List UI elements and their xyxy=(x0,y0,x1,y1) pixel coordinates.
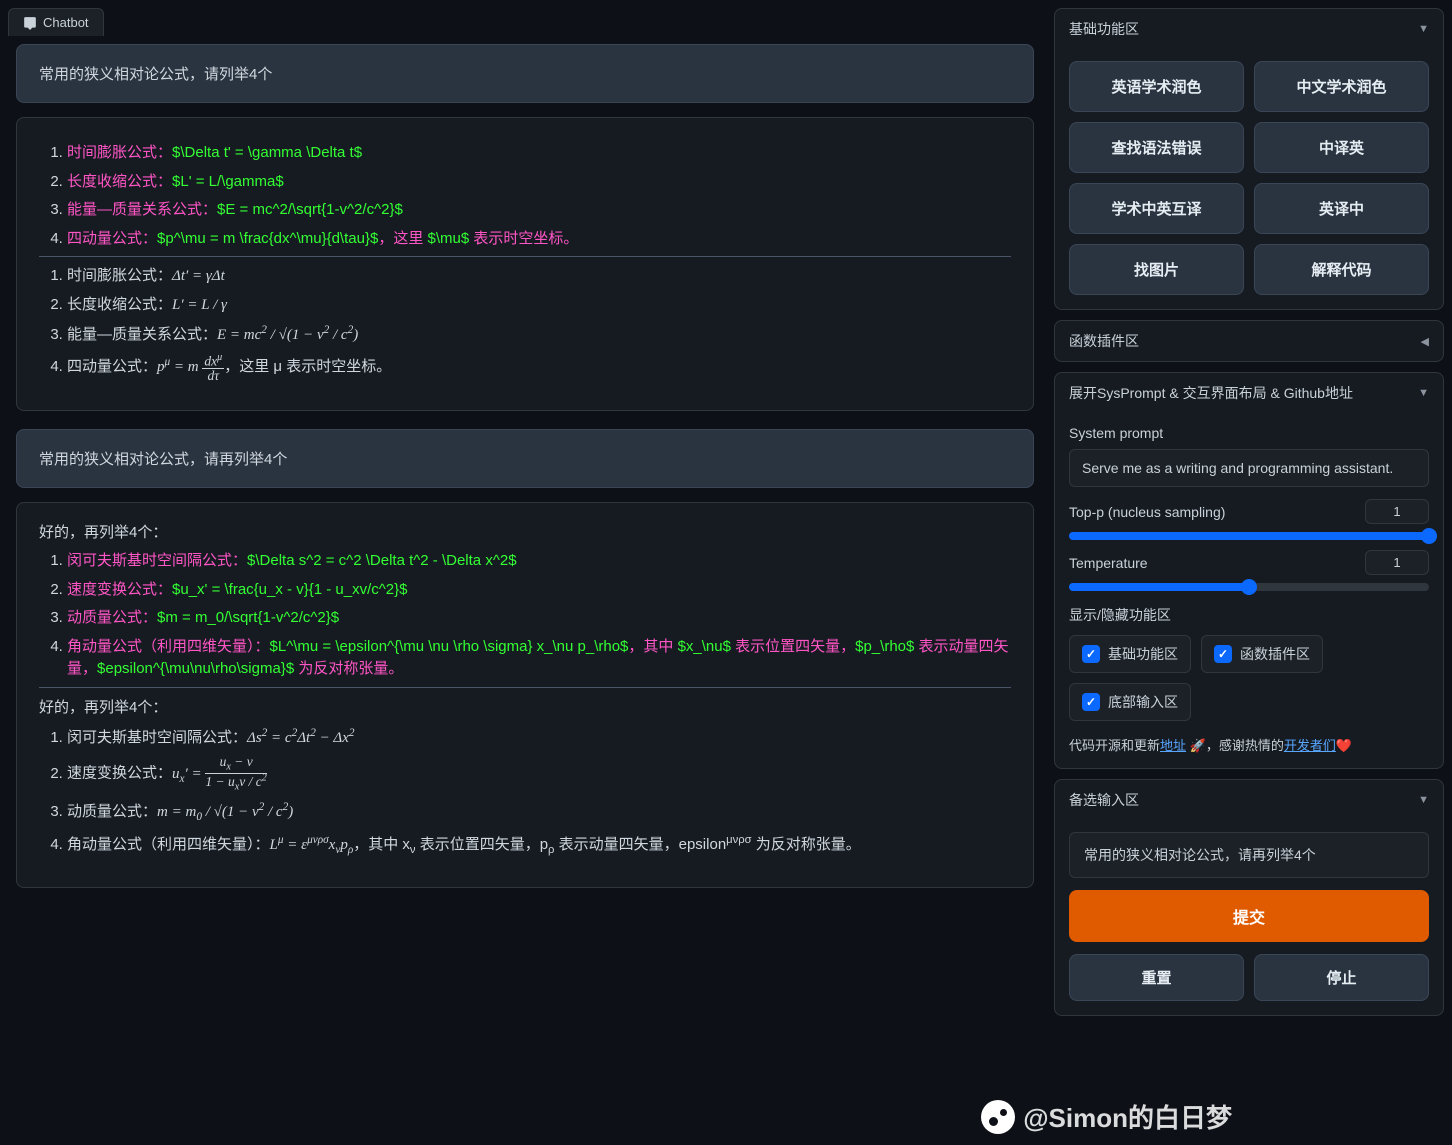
system-prompt-label: System prompt xyxy=(1069,425,1429,441)
panel-basic-header[interactable]: 基础功能区 ▼ xyxy=(1055,9,1443,49)
fn-button[interactable]: 找图片 xyxy=(1069,244,1244,295)
temperature-slider[interactable] xyxy=(1069,583,1429,591)
temperature-label: Temperature xyxy=(1069,555,1148,571)
panel-title: 展开SysPrompt & 交互界面布局 & Github地址 xyxy=(1069,383,1353,403)
submit-button[interactable]: 提交 xyxy=(1069,890,1429,942)
tab-bar: Chatbot xyxy=(8,8,1042,36)
bot-rendered-list: 闵可夫斯基时空间隔公式：Δs2 = c2Δt2 − Δx2 速度变换公式：ux′… xyxy=(39,725,1011,859)
repo-link[interactable]: 地址 xyxy=(1160,738,1186,753)
list-item: 时间膨胀公式：$\Delta t' = \gamma \Delta t$ xyxy=(67,142,1011,165)
user-message: 常用的狭义相对论公式，请列举4个 xyxy=(16,44,1034,103)
tab-label: Chatbot xyxy=(43,15,89,30)
panel-plugins-header[interactable]: 函数插件区 ◀ xyxy=(1055,321,1443,361)
check-icon: ✓ xyxy=(1082,693,1100,711)
list-item: 四动量公式：pμ = m dxμdτ，这里 μ 表示时空坐标。 xyxy=(67,353,1011,383)
sidebar: 基础功能区 ▼ 英语学术润色 中文学术润色 查找语法错误 中译英 学术中英互译 … xyxy=(1054,8,1444,1137)
list-item: 角动量公式（利用四维矢量）：Lμ = εμνρσxνpρ，其中 xν 表示位置四… xyxy=(67,832,1011,859)
contributors-link[interactable]: 开发者们 xyxy=(1284,738,1336,753)
bot-message: 时间膨胀公式：$\Delta t' = \gamma \Delta t$ 长度收… xyxy=(16,117,1034,411)
user-message-text: 常用的狭义相对论公式，请列举4个 xyxy=(39,66,272,83)
divider xyxy=(39,687,1011,688)
bot-message: 好的，再列举4个： 闵可夫斯基时空间隔公式：$\Delta s^2 = c^2 … xyxy=(16,502,1034,888)
user-message: 常用的狭义相对论公式，请再列举4个 xyxy=(16,429,1034,488)
list-item: 闵可夫斯基时空间隔公式：$\Delta s^2 = c^2 \Delta t^2… xyxy=(67,550,1011,573)
chevron-left-icon: ◀ xyxy=(1421,335,1429,348)
prompt-input[interactable]: 常用的狭义相对论公式，请再列举4个 xyxy=(1069,832,1429,878)
chevron-down-icon: ▼ xyxy=(1418,387,1429,399)
panel-input-header[interactable]: 备选输入区 ▼ xyxy=(1055,780,1443,820)
list-item: 长度收缩公式：L′ = L / γ xyxy=(67,294,1011,317)
bot-intro: 好的，再列举4个： xyxy=(39,696,1011,717)
bot-rendered-list: 时间膨胀公式：Δt′ = γΔt 长度收缩公式：L′ = L / γ 能量—质量… xyxy=(39,265,1011,382)
panel-plugins: 函数插件区 ◀ xyxy=(1054,320,1444,362)
list-item: 动质量公式：$m = m_0/\sqrt{1-v^2/c^2}$ xyxy=(67,607,1011,630)
fn-button[interactable]: 英译中 xyxy=(1254,183,1429,234)
fn-button[interactable]: 解释代码 xyxy=(1254,244,1429,295)
user-message-text: 常用的狭义相对论公式，请再列举4个 xyxy=(39,451,287,468)
list-item: 速度变换公式：ux′ = ux − v1 − uxv / c2 xyxy=(67,755,1011,793)
panel-title: 函数插件区 xyxy=(1069,331,1139,351)
fn-button[interactable]: 中文学术润色 xyxy=(1254,61,1429,112)
checkbox-input[interactable]: ✓底部输入区 xyxy=(1069,683,1191,721)
top-p-value[interactable]: 1 xyxy=(1365,499,1429,524)
bot-intro: 好的，再列举4个： xyxy=(39,521,1011,542)
divider xyxy=(39,256,1011,257)
fn-button[interactable]: 英语学术润色 xyxy=(1069,61,1244,112)
checkbox-group: ✓基础功能区 ✓函数插件区 ✓底部输入区 xyxy=(1069,635,1429,721)
check-icon: ✓ xyxy=(1214,645,1232,663)
list-item: 动质量公式：m = m0 / √(1 − v2 / c2) xyxy=(67,799,1011,826)
bot-raw-list: 闵可夫斯基时空间隔公式：$\Delta s^2 = c^2 \Delta t^2… xyxy=(39,550,1011,681)
chat-icon xyxy=(23,16,37,30)
list-item: 时间膨胀公式：Δt′ = γΔt xyxy=(67,265,1011,288)
list-item: 角动量公式（利用四维矢量）：$L^\mu = \epsilon^{\mu \nu… xyxy=(67,636,1011,681)
top-p-slider[interactable] xyxy=(1069,532,1429,540)
list-item: 能量—质量关系公式：E = mc2 / √(1 − v2 / c2) xyxy=(67,322,1011,347)
list-item: 闵可夫斯基时空间隔公式：Δs2 = c2Δt2 − Δx2 xyxy=(67,725,1011,750)
chevron-down-icon: ▼ xyxy=(1418,23,1429,35)
list-item: 能量—质量关系公式：$E = mc^2/\sqrt{1-v^2/c^2}$ xyxy=(67,199,1011,222)
panel-title: 备选输入区 xyxy=(1069,790,1139,810)
system-prompt-input[interactable]: Serve me as a writing and programming as… xyxy=(1069,449,1429,487)
footer-text: 代码开源和更新地址 🚀，感谢热情的开发者们❤️ xyxy=(1069,735,1429,754)
tab-chatbot[interactable]: Chatbot xyxy=(8,8,104,36)
reset-button[interactable]: 重置 xyxy=(1069,954,1244,1001)
list-item: 长度收缩公式：$L' = L/\gamma$ xyxy=(67,171,1011,194)
top-p-label: Top-p (nucleus sampling) xyxy=(1069,504,1225,520)
checkbox-plugins[interactable]: ✓函数插件区 xyxy=(1201,635,1323,673)
basic-button-grid: 英语学术润色 中文学术润色 查找语法错误 中译英 学术中英互译 英译中 找图片 … xyxy=(1069,61,1429,295)
chat-panel: Chatbot 常用的狭义相对论公式，请列举4个 时间膨胀公式：$\Delta … xyxy=(8,8,1042,1137)
temperature-value[interactable]: 1 xyxy=(1365,550,1429,575)
chevron-down-icon: ▼ xyxy=(1418,794,1429,806)
panel-input: 备选输入区 ▼ 常用的狭义相对论公式，请再列举4个 提交 重置 停止 xyxy=(1054,779,1444,1016)
fn-button[interactable]: 查找语法错误 xyxy=(1069,122,1244,173)
stop-button[interactable]: 停止 xyxy=(1254,954,1429,1001)
panel-title: 基础功能区 xyxy=(1069,19,1139,39)
heart-icon: ❤️ xyxy=(1336,738,1352,754)
visibility-label: 显示/隐藏功能区 xyxy=(1069,605,1429,625)
rocket-icon: 🚀 xyxy=(1190,738,1206,754)
fn-button[interactable]: 中译英 xyxy=(1254,122,1429,173)
list-item: 速度变换公式：$u_x' = \frac{u_x - v}{1 - u_xv/c… xyxy=(67,579,1011,602)
bot-raw-list: 时间膨胀公式：$\Delta t' = \gamma \Delta t$ 长度收… xyxy=(39,142,1011,250)
check-icon: ✓ xyxy=(1082,645,1100,663)
checkbox-basic[interactable]: ✓基础功能区 xyxy=(1069,635,1191,673)
panel-expand: 展开SysPrompt & 交互界面布局 & Github地址 ▼ System… xyxy=(1054,372,1444,769)
panel-expand-header[interactable]: 展开SysPrompt & 交互界面布局 & Github地址 ▼ xyxy=(1055,373,1443,413)
chat-area[interactable]: 常用的狭义相对论公式，请列举4个 时间膨胀公式：$\Delta t' = \ga… xyxy=(8,44,1042,1137)
list-item: 四动量公式：$p^\mu = m \frac{dx^\mu}{d\tau}$，这… xyxy=(67,228,1011,251)
fn-button[interactable]: 学术中英互译 xyxy=(1069,183,1244,234)
panel-basic: 基础功能区 ▼ 英语学术润色 中文学术润色 查找语法错误 中译英 学术中英互译 … xyxy=(1054,8,1444,310)
